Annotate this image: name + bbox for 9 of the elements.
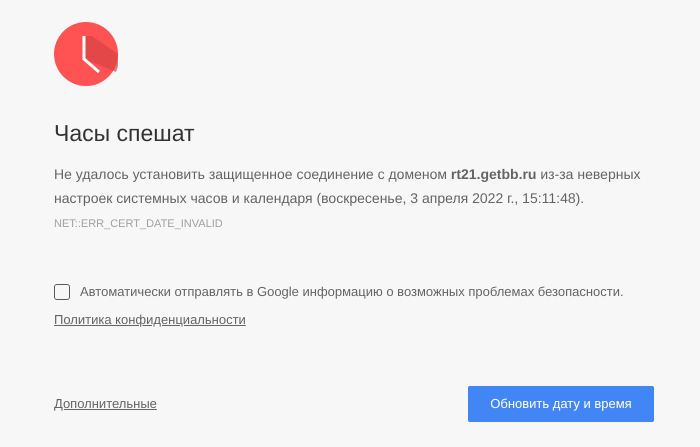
checkbox[interactable] [54,284,70,300]
error-message: Не удалось установить защищенное соединение с доменом rt21.getbb.ru из-за неверных настроек системных часов и календаря (воскресенье, 3 апреля 2022 г., 15:11:48). [54,166,641,206]
error-code: NET::ERR_CERT_DATE_INVALID [54,218,223,230]
page-title: Часы спешат [54,119,196,148]
privacy-policy-link[interactable]: Политика конфиденциальности [54,312,246,326]
update-date-button[interactable]: Обновить дату и время [468,386,654,422]
checkbox-label: Автоматически отправлять в Google информацию о возможных проблемах безопасности. [80,283,624,301]
clock-icon [54,22,118,86]
details-link[interactable]: Дополнительные [54,394,157,414]
